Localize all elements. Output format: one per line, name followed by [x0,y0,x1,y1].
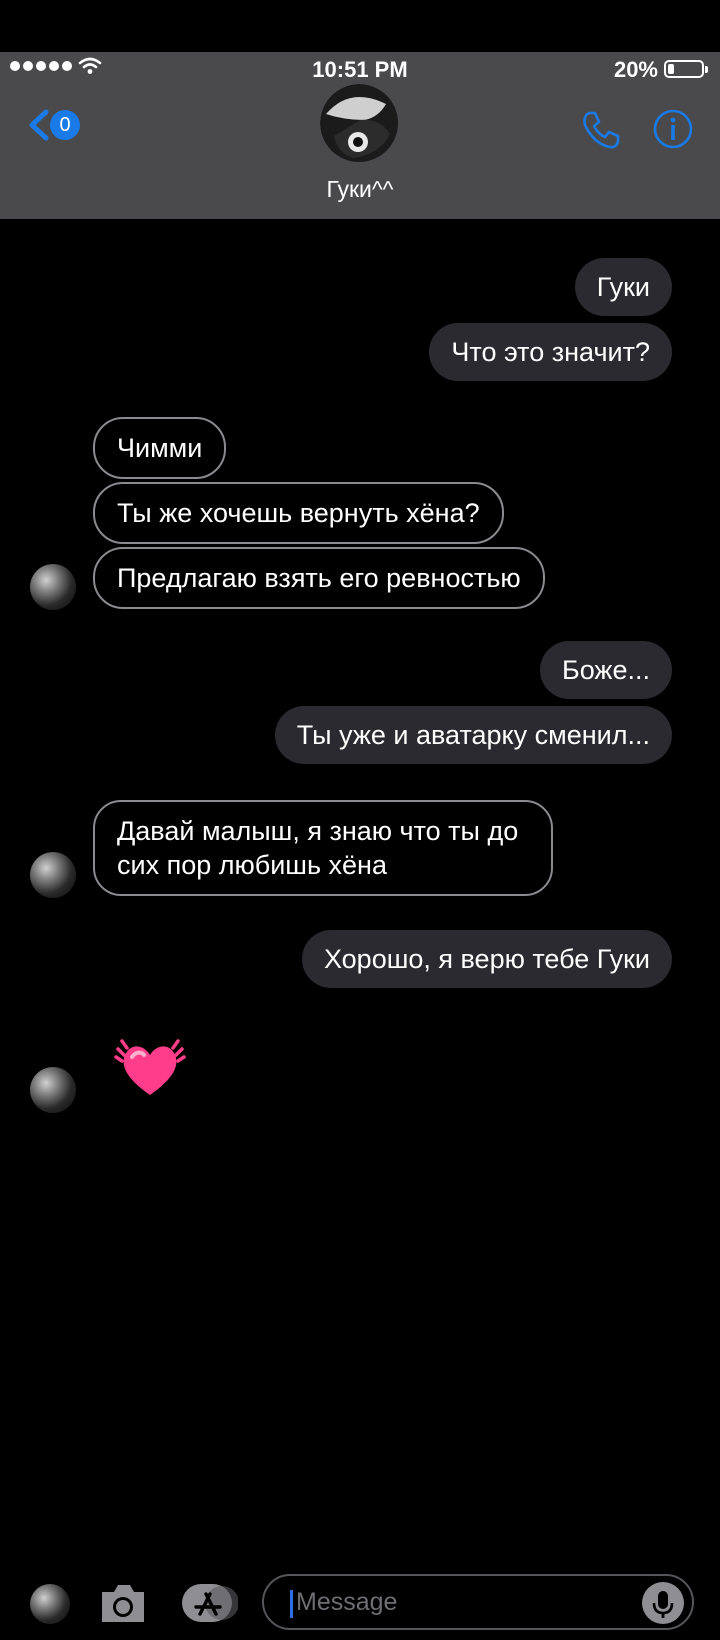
sender-avatar[interactable] [30,852,76,898]
camera-icon[interactable] [98,1582,148,1624]
message-placeholder: Message [296,1588,398,1616]
message-incoming[interactable]: Ты же хочешь вернуть хёна? [93,482,504,544]
message-input[interactable]: Message [262,1574,694,1630]
message-outgoing[interactable]: Хорошо, я верю тебе Гуки [301,930,672,988]
contact-avatar[interactable] [320,84,398,162]
message-incoming[interactable]: Давай малыш, я знаю что ты до сих пор лю… [93,800,553,896]
message-outgoing[interactable]: Боже... [539,641,672,699]
app-store-icon[interactable] [180,1582,238,1624]
header-bar: 10:51 PM 20% 0 Гуки^^ [0,52,720,219]
microphone-icon [652,1591,674,1618]
back-button[interactable]: 0 [24,108,80,142]
status-time: 10:51 PM [312,57,408,82]
screen: 10:51 PM 20% 0 Гуки^^ Гуки Что это значи… [0,0,720,1640]
battery-percent: 20% [613,57,658,82]
message-incoming[interactable]: Предлагаю взять его ревностью [93,547,545,609]
avatar-photo [320,84,398,162]
message-outgoing[interactable]: Гуки [574,258,672,316]
status-bar: 10:51 PM 20% [0,52,720,88]
battery-icon [664,60,708,78]
info-icon[interactable] [652,108,694,150]
message-outgoing[interactable]: Ты уже и аватарку сменил... [274,706,672,764]
message-incoming[interactable]: Чимми [93,417,227,479]
text-cursor [290,1590,293,1618]
sender-avatar[interactable] [30,1067,76,1113]
phone-icon[interactable] [580,108,622,150]
beating-heart-emoji[interactable] [114,1033,186,1103]
message-outgoing[interactable]: Что это значит? [429,323,672,381]
user-avatar[interactable] [30,1584,70,1624]
unread-badge: 0 [50,110,80,140]
microphone-button[interactable] [642,1582,684,1624]
sender-avatar[interactable] [30,564,76,610]
contact-name[interactable]: Гуки^^ [0,176,720,203]
